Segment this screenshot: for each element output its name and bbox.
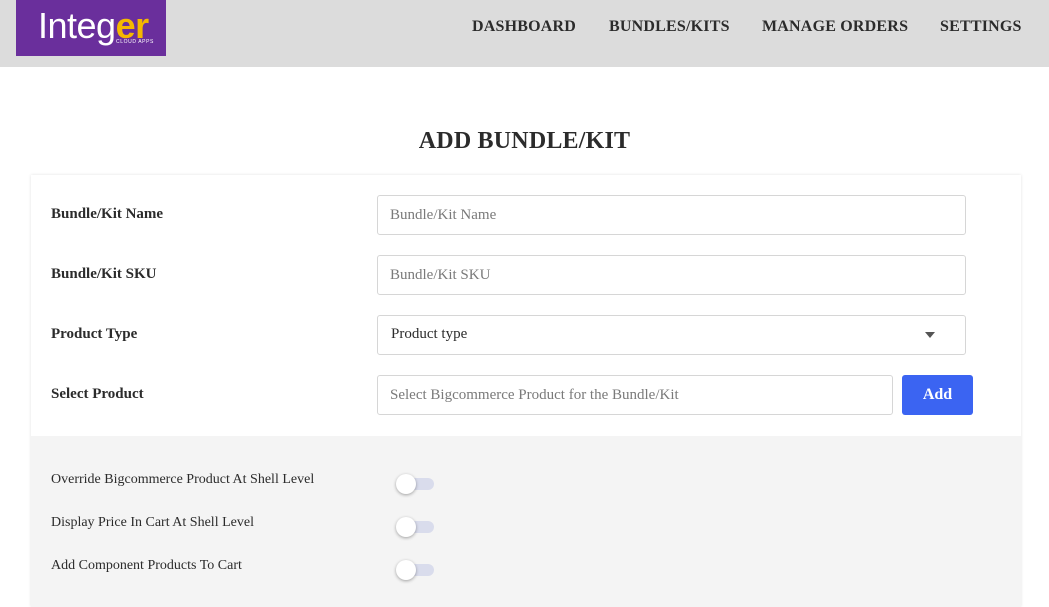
- select-product-label: Select Product: [51, 386, 144, 402]
- toggle-knob: [396, 517, 416, 537]
- display-price-toggle[interactable]: [396, 517, 434, 537]
- product-type-value: Product type: [391, 326, 468, 342]
- nav-manage-orders[interactable]: MANAGE ORDERS: [762, 18, 908, 38]
- toggle-knob: [396, 560, 416, 580]
- logo-subtitle: CLOUD APPS: [116, 39, 154, 45]
- nav-settings[interactable]: SETTINGS: [940, 18, 1022, 38]
- bundle-sku-label: Bundle/Kit SKU: [51, 266, 157, 282]
- logo-text: Integ: [38, 5, 116, 46]
- product-type-select[interactable]: Product type: [377, 315, 966, 355]
- override-product-label: Override Bigcommerce Product At Shell Le…: [51, 472, 315, 487]
- nav-dashboard[interactable]: DASHBOARD: [472, 18, 576, 38]
- top-navbar: Integer CLOUD APPS DASHBOARD BUNDLES/KIT…: [0, 0, 1049, 67]
- product-type-label: Product Type: [51, 326, 138, 342]
- override-product-toggle[interactable]: [396, 474, 434, 494]
- nav-bundles-kits[interactable]: BUNDLES/KITS: [609, 18, 730, 38]
- page-title: ADD BUNDLE/KIT: [418, 128, 631, 154]
- display-price-label: Display Price In Cart At Shell Level: [51, 515, 254, 530]
- chevron-down-icon: [925, 332, 935, 338]
- add-product-button[interactable]: Add: [902, 375, 973, 415]
- bundle-name-input[interactable]: [377, 195, 966, 235]
- bundle-name-label: Bundle/Kit Name: [51, 206, 164, 222]
- logo[interactable]: Integer CLOUD APPS: [16, 0, 166, 56]
- add-component-toggle[interactable]: [396, 560, 434, 580]
- select-product-input[interactable]: [377, 375, 893, 415]
- bundle-sku-input[interactable]: [377, 255, 966, 295]
- toggle-knob: [396, 474, 416, 494]
- bundle-form-card: Bundle/Kit Name Bundle/Kit SKU Product T…: [31, 175, 1021, 607]
- options-section: Override Bigcommerce Product At Shell Le…: [31, 436, 1021, 607]
- add-component-label: Add Component Products To Cart: [51, 558, 242, 573]
